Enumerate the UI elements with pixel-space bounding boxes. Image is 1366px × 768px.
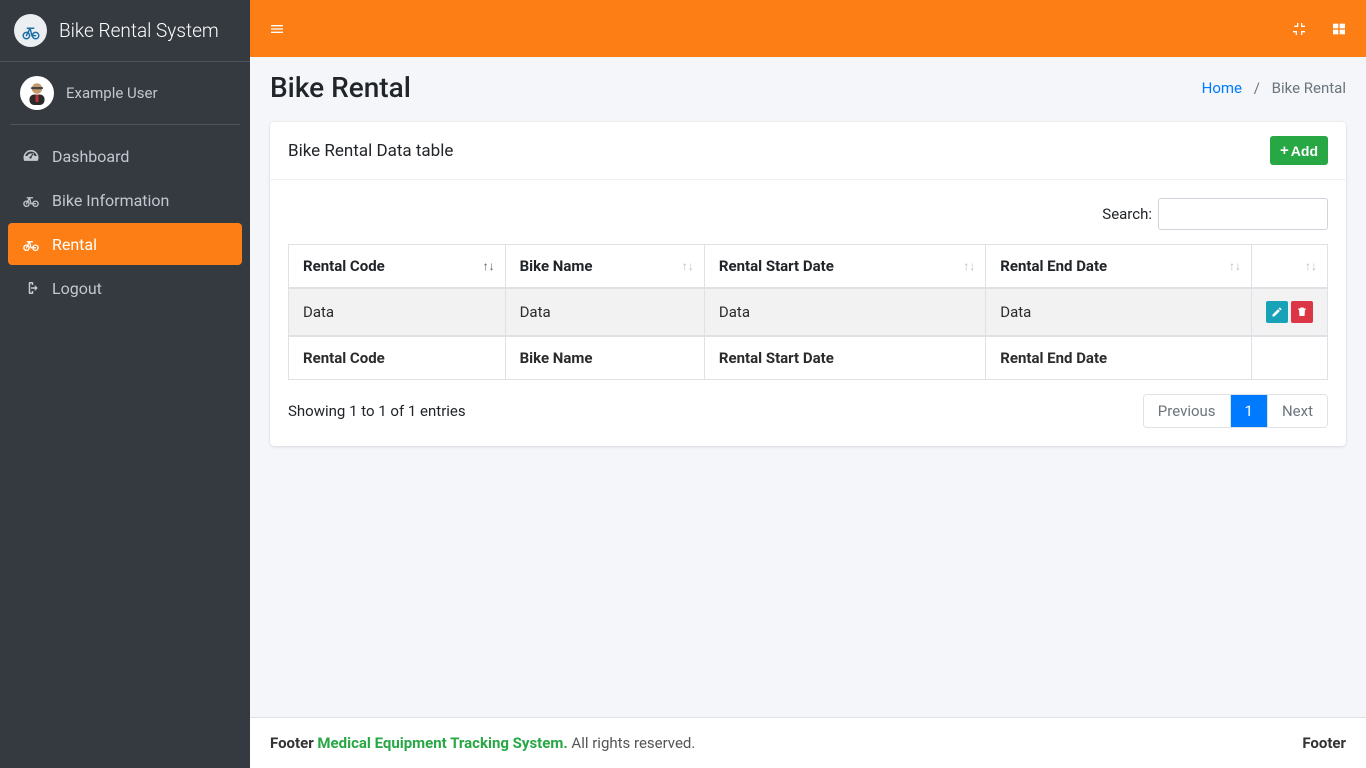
cell-start-date: Data — [704, 288, 985, 336]
menu-toggle-button[interactable] — [266, 18, 288, 40]
col-bike-name[interactable]: Bike Name↑↓ — [505, 245, 704, 289]
card-title: Bike Rental Data table — [288, 141, 453, 161]
footer-link[interactable]: Medical Equipment Tracking System. — [317, 734, 567, 752]
table-row: Data Data Data Data — [289, 288, 1328, 336]
nav: Dashboard Bike Information Rental Logout — [0, 125, 250, 321]
data-table: Rental Code↑↓ Bike Name↑↓ Rental Start D… — [288, 244, 1328, 380]
breadcrumb-separator: / — [1254, 79, 1260, 97]
sort-icon: ↑↓ — [682, 259, 694, 273]
footer-suffix: All rights reserved. — [568, 734, 696, 752]
col-start-date[interactable]: Rental Start Date↑↓ — [704, 245, 985, 289]
col-rental-code[interactable]: Rental Code↑↓ — [289, 245, 506, 289]
col-actions[interactable]: ↑↓ — [1252, 245, 1328, 289]
card: Bike Rental Data table +Add Search: Rent… — [270, 122, 1346, 446]
breadcrumb: Home / Bike Rental — [1202, 79, 1346, 97]
brand-logo-icon — [14, 14, 47, 47]
brand[interactable]: Bike Rental System — [0, 0, 250, 62]
sidebar-item-label: Logout — [52, 279, 102, 298]
sidebar-item-label: Bike Information — [52, 191, 169, 210]
foot-rental-code: Rental Code — [289, 336, 506, 380]
foot-start-date: Rental Start Date — [704, 336, 985, 380]
sort-icon: ↑↓ — [1229, 259, 1241, 273]
compress-icon — [1291, 21, 1307, 37]
cell-end-date: Data — [986, 288, 1252, 336]
footer-prefix: Footer — [270, 734, 317, 752]
main: Bike Rental Home / Bike Rental Bike Rent… — [250, 0, 1366, 768]
breadcrumb-current: Bike Rental — [1272, 79, 1346, 97]
sidebar-item-rental[interactable]: Rental — [8, 223, 242, 265]
card-body: Search: Rental Code↑↓ Bike Name↑↓ Rental… — [270, 180, 1346, 446]
footer-right: Footer — [1302, 734, 1346, 752]
user-panel[interactable]: Example User — [10, 62, 240, 125]
pagination: Previous 1 Next — [1143, 394, 1328, 428]
tachometer-icon — [20, 145, 42, 167]
cell-bike-name: Data — [505, 288, 704, 336]
plus-icon: + — [1280, 142, 1289, 159]
delete-button[interactable] — [1291, 301, 1313, 323]
table-info: Showing 1 to 1 of 1 entries — [288, 402, 466, 420]
content-header: Bike Rental Home / Bike Rental — [250, 57, 1366, 122]
search-label: Search: — [1102, 205, 1152, 223]
user-name: Example User — [66, 84, 158, 102]
add-button[interactable]: +Add — [1270, 136, 1328, 165]
fullscreen-button[interactable] — [1288, 18, 1310, 40]
search-row: Search: — [288, 198, 1328, 230]
grid-button[interactable] — [1328, 18, 1350, 40]
breadcrumb-home-link[interactable]: Home — [1202, 79, 1242, 97]
table-footer: Showing 1 to 1 of 1 entries Previous 1 N… — [288, 394, 1328, 428]
sidebar-item-bike-information[interactable]: Bike Information — [8, 179, 242, 221]
page-title: Bike Rental — [270, 71, 411, 104]
edit-button[interactable] — [1266, 301, 1288, 323]
sidebar: Bike Rental System Example User Dashboar… — [0, 0, 250, 768]
avatar-icon — [20, 76, 54, 110]
sign-out-icon — [20, 277, 42, 299]
sidebar-item-label: Dashboard — [52, 147, 129, 166]
sidebar-item-dashboard[interactable]: Dashboard — [8, 135, 242, 177]
col-end-date[interactable]: Rental End Date↑↓ — [986, 245, 1252, 289]
foot-end-date: Rental End Date — [986, 336, 1252, 380]
add-button-label: Add — [1291, 143, 1318, 159]
trash-icon — [1296, 306, 1308, 318]
card-header: Bike Rental Data table +Add — [270, 122, 1346, 180]
footer-left: Footer Medical Equipment Tracking System… — [270, 734, 695, 752]
sort-icon: ↑↓ — [963, 259, 975, 273]
content: Bike Rental Data table +Add Search: Rent… — [250, 122, 1366, 717]
foot-bike-name: Bike Name — [505, 336, 704, 380]
pagination-prev[interactable]: Previous — [1144, 395, 1231, 427]
sidebar-item-logout[interactable]: Logout — [8, 267, 242, 309]
cell-rental-code: Data — [289, 288, 506, 336]
pagination-next[interactable]: Next — [1268, 395, 1327, 427]
brand-title: Bike Rental System — [59, 19, 219, 42]
search-input[interactable] — [1158, 198, 1328, 230]
sort-icon: ↑↓ — [483, 259, 495, 273]
topbar — [250, 0, 1366, 57]
foot-actions — [1252, 336, 1328, 380]
bicycle-icon — [20, 189, 42, 211]
footer: Footer Medical Equipment Tracking System… — [250, 717, 1366, 768]
pagination-page-1[interactable]: 1 — [1231, 395, 1268, 427]
th-large-icon — [1331, 21, 1347, 37]
bars-icon — [269, 21, 285, 37]
cell-actions — [1252, 288, 1328, 336]
sort-icon: ↑↓ — [1305, 259, 1317, 273]
bicycle-icon — [20, 233, 42, 255]
pencil-icon — [1271, 306, 1283, 318]
sidebar-item-label: Rental — [52, 235, 97, 254]
